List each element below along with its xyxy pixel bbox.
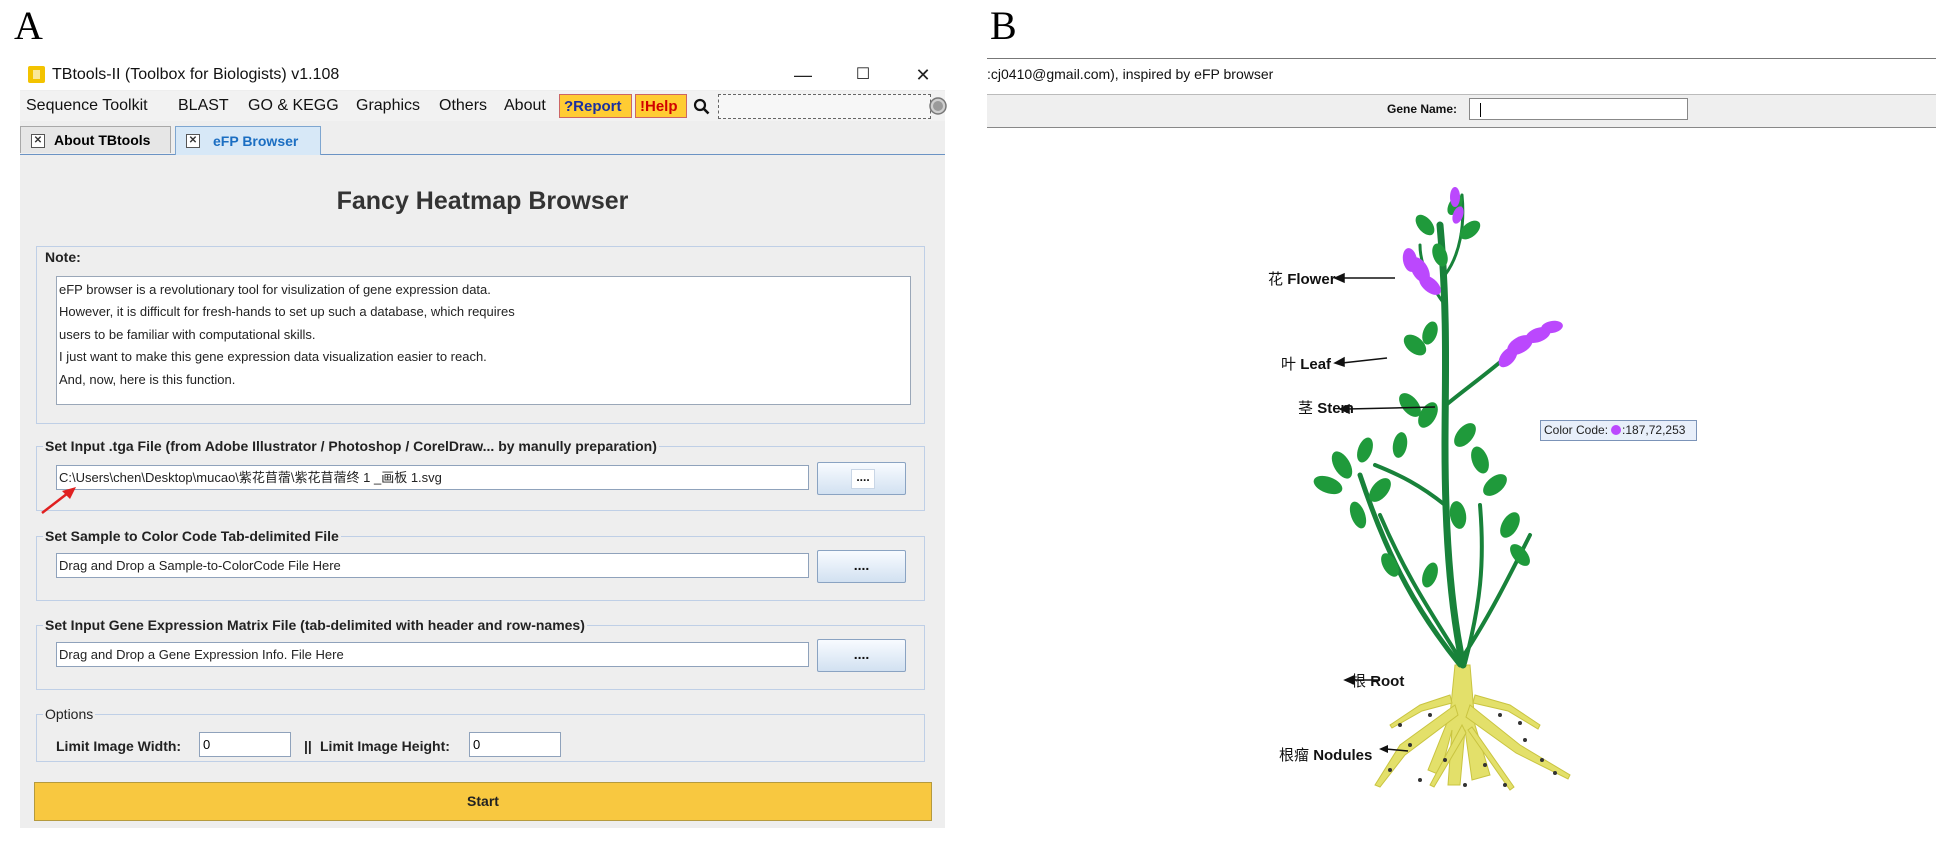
color-code-tooltip: Color Code: :187,72,253 [1540,420,1697,441]
menu-graphics[interactable]: Graphics [356,95,420,117]
sample-file-label: Set Sample to Color Code Tab-delimited F… [43,527,341,545]
tga-browse-button[interactable]: .... [817,462,906,495]
stem-label: 茎 Stem [1298,400,1354,417]
help-button[interactable]: !Help [635,94,687,118]
gene-name-bar: Gene Name: [987,94,1936,128]
tbtools-window: TBtools-II (Toolbox for Biologists) v1.1… [20,60,947,828]
matrix-browse-button[interactable]: .... [817,639,906,672]
tbtools-logo-icon [28,66,45,83]
menu-others[interactable]: Others [439,95,487,117]
menu-go-kegg[interactable]: GO & KEGG [248,95,339,117]
root-label: 根 Root [1351,673,1405,690]
search-icon[interactable] [693,98,710,115]
tab-label: eFP Browser [213,133,299,149]
note-label: Note: [45,249,81,265]
tga-file-label: Set Input .tga File (from Adobe Illustra… [43,437,659,455]
close-button[interactable]: ✕ [900,60,946,90]
tab-close-icon[interactable]: ✕ [31,134,45,148]
gene-name-label: Gene Name: [1387,102,1458,116]
panel-label-a: A [14,3,43,48]
tab-bar: ✕ About TBtools ✕ eFP Browser [20,124,945,155]
gene-name-input[interactable] [1469,98,1688,120]
panel-label-b: B [990,3,1017,48]
note-line: eFP browser is a revolutionary tool for … [59,282,491,297]
maximize-button[interactable]: ☐ [840,60,886,90]
annotation-arrows [1333,272,1436,686]
note-textarea[interactable]: eFP browser is a revolutionary tool for … [56,276,911,405]
top-divider [987,58,1936,59]
sample-file-field[interactable]: Drag and Drop a Sample-to-ColorCode File… [56,553,809,578]
width-field[interactable]: 0 [199,732,291,757]
tab-label: About TBtools [54,132,151,148]
red-arrow-icon [41,487,76,514]
height-field[interactable]: 0 [469,732,561,757]
nodules-arrow [1379,745,1409,753]
leaf-label: 叶 Leaf [1281,356,1332,373]
title-bar: TBtools-II (Toolbox for Biologists) v1.1… [20,60,945,90]
loading-icon [929,97,947,115]
color-swatch-icon [1611,425,1622,435]
search-input[interactable] [718,94,931,119]
color-code-value: :187,72,253 [1622,423,1686,437]
minimize-button[interactable]: — [780,60,826,90]
menu-about[interactable]: About [504,95,546,117]
note-line: However, it is difficult for fresh-hands… [59,304,515,320]
flower-label: 花 Flower [1268,271,1336,288]
tab-about-tbtools[interactable]: ✕ About TBtools [20,126,171,153]
options-label: Options [43,705,96,723]
menu-bar: Sequence Toolkit BLAST GO & KEGG Graphic… [20,91,947,121]
credit-text: :cj0410@gmail.com), inspired by eFP brow… [987,66,1274,82]
note-line: And, now, here is this function. [59,371,236,387]
window-title: TBtools-II (Toolbox for Biologists) v1.1… [52,66,340,83]
nodules-label: 根瘤 Nodules [1279,747,1373,764]
height-label: Limit Image Height: [320,738,450,754]
color-code-label: Color Code: [1544,423,1609,437]
tab-close-icon[interactable]: ✕ [186,134,200,148]
tga-file-field[interactable]: C:\Users\chen\Desktop\mucao\紫花苜蓿\紫花苜蓿终 1… [56,465,809,490]
report-button[interactable]: ?Report [559,94,632,118]
page-title: Fancy Heatmap Browser [336,187,629,215]
options-separator: || [304,738,312,754]
sample-browse-button[interactable]: .... [817,550,906,583]
browse-label: .... [851,469,875,489]
start-button[interactable]: Start [34,782,932,821]
menu-sequence-toolkit[interactable]: Sequence Toolkit [26,95,148,117]
note-line: users to be familiar with computational … [59,326,316,342]
matrix-file-field[interactable]: Drag and Drop a Gene Expression Info. Fi… [56,642,809,667]
note-line: I just want to make this gene expression… [59,349,487,365]
width-label: Limit Image Width: [56,738,182,754]
menu-blast[interactable]: BLAST [178,95,229,117]
tab-efp-browser[interactable]: ✕ eFP Browser [175,126,321,155]
matrix-file-label: Set Input Gene Expression Matrix File (t… [43,616,587,634]
